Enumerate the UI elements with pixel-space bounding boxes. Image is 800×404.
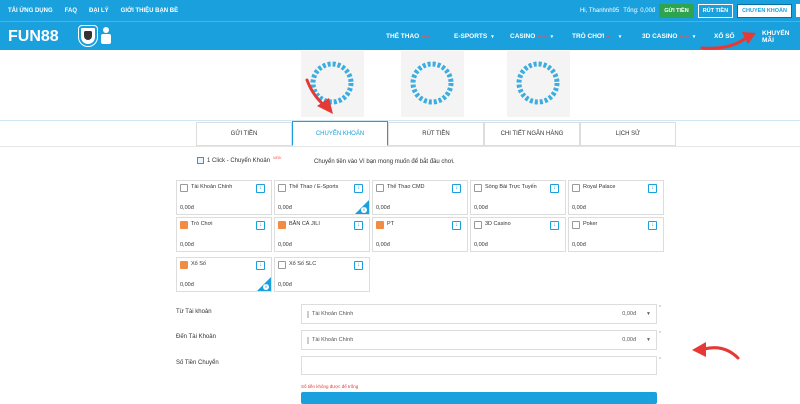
one-click-transfer[interactable]: 1 Click - Chuyển Khoản NEW — [197, 155, 282, 164]
wallet-card[interactable]: PT ↓ 0,00đ — [372, 217, 468, 252]
withdraw-button[interactable]: RÚT TIỀN — [697, 3, 734, 18]
amount-error: Số tiền không được để trống — [301, 384, 359, 389]
wallet-icon — [180, 184, 188, 192]
tabs-bottom-divider — [0, 146, 800, 147]
wallet-card[interactable]: Poker ↓ 0,00đ — [568, 217, 664, 252]
faq-link[interactable]: FAQ — [65, 8, 77, 14]
chevron-down-icon: ▼ — [646, 337, 651, 343]
3d-casino-icon — [474, 221, 482, 229]
nav-casino[interactable]: CASINO NEW ▾ — [510, 33, 572, 40]
nav-sports[interactable]: THỂ THAO HOT — [386, 33, 454, 40]
download-icon[interactable]: ↓ — [354, 261, 363, 270]
required-mark: * — [659, 331, 661, 337]
red-arrow-annotation-icon — [700, 32, 756, 50]
wallet-card[interactable]: Thể Thao CMD ↓ 0,00đ — [372, 180, 468, 215]
from-account-label: Từ Tài khoản — [176, 309, 212, 315]
games-icon — [180, 221, 188, 229]
download-icon[interactable]: ↓ — [256, 221, 265, 230]
menu-edge[interactable] — [796, 4, 800, 17]
nav-games[interactable]: TRÒ CHƠI HOT ▾ — [572, 33, 642, 40]
one-click-label: 1 Click - Chuyển Khoản — [207, 157, 271, 164]
wallet-card[interactable]: 3D Casino ↓ 0,00đ — [470, 217, 566, 252]
agent-link[interactable]: ĐẠI LÝ — [89, 8, 109, 14]
download-icon[interactable]: ↓ — [354, 221, 363, 230]
chevron-down-icon: ▼ — [646, 311, 651, 317]
to-account-select[interactable]: Tài Khoản Chính 0,00đ ▼ — [301, 330, 657, 350]
sports-icon — [376, 184, 384, 192]
download-icon[interactable]: ↓ — [648, 221, 657, 230]
tab-deposit[interactable]: GỬI TIỀN — [196, 122, 292, 146]
nav-promotions[interactable]: KHUYẾN MÃI — [762, 30, 800, 44]
new-badge: NEW — [273, 155, 282, 160]
casino-icon — [474, 184, 482, 192]
one-click-checkbox[interactable] — [197, 157, 204, 164]
tab-bank-details[interactable]: CHI TIẾT NGÂN HÀNG — [484, 122, 580, 146]
account-area: Hi, Thanhnh95 Tổng: 0,00đ GỬI TIỀN RÚT T… — [580, 0, 800, 21]
wallet-card[interactable]: Trò Chơi ↓ 0,00đ — [176, 217, 272, 252]
transfer-button[interactable]: CHUYỂN KHOẢN — [737, 3, 792, 18]
tottenham-crest-icon — [100, 27, 112, 45]
required-mark: * — [659, 357, 661, 363]
download-icon[interactable]: ↓ — [452, 184, 461, 193]
wallet-card[interactable]: Tài Khoản Chính ↓ 0,00đ — [176, 180, 272, 215]
lottery-icon — [180, 261, 188, 269]
tab-transfer[interactable]: CHUYỂN KHOẢN — [292, 121, 388, 146]
nav-esports[interactable]: E-SPORTS ▾ — [454, 33, 510, 40]
casino-icon — [572, 184, 580, 192]
top-links: TẢI ỨNG DỤNG FAQ ĐẠI LÝ GIỚI THIỆU BẠN B… — [0, 8, 178, 14]
total-balance: Tổng: 0,00đ — [623, 7, 656, 14]
download-app-link[interactable]: TẢI ỨNG DỤNG — [8, 8, 53, 14]
tab-history[interactable]: LỊCH SỬ — [580, 122, 676, 146]
chevron-down-icon: ▾ — [618, 33, 622, 40]
download-icon[interactable]: ↓ — [452, 221, 461, 230]
info-icon[interactable]: i — [263, 284, 269, 290]
amount-input[interactable] — [301, 356, 657, 375]
wallet-card[interactable]: Thể Thao / E-Sports ↓ 0,00đ i — [274, 180, 370, 215]
tabs-top-divider — [0, 120, 800, 121]
wallet-card[interactable]: Xổ Số ↓ 0,00đ i — [176, 257, 272, 292]
required-mark: * — [659, 305, 661, 311]
sports-icon — [278, 184, 286, 192]
download-icon[interactable]: ↓ — [256, 184, 265, 193]
submit-transfer-button[interactable] — [301, 392, 657, 404]
transfer-instruction: Chuyển tiền vào Ví bạn mong muốn để bắt … — [314, 159, 455, 165]
download-icon[interactable]: ↓ — [550, 184, 559, 193]
red-arrow-annotation-icon — [305, 78, 333, 114]
main-nav: FUN88 THỂ THAO HOT E-SPORTS ▾ CASINO NEW ▾ T… — [0, 21, 800, 50]
from-account-select[interactable]: Tài Khoản Chính 0,00đ ▼ — [301, 304, 657, 324]
info-icon[interactable]: i — [361, 207, 367, 213]
amount-label: Số Tiền Chuyển — [176, 360, 219, 366]
deposit-button[interactable]: GỬI TIỀN — [659, 3, 694, 18]
poker-icon — [572, 221, 580, 229]
wallet-card[interactable]: Sòng Bài Trực Tuyến ↓ 0,00đ — [470, 180, 566, 215]
chevron-down-icon: ▾ — [550, 33, 554, 40]
tab-withdraw[interactable]: RÚT TIỀN — [388, 122, 484, 146]
chevron-down-icon: ▾ — [491, 33, 494, 40]
wallet-card[interactable]: BẮN CÁ JILI ↓ 0,00đ — [274, 217, 370, 252]
user-greeting[interactable]: Hi, Thanhnh95 — [580, 8, 619, 14]
slots-icon — [376, 221, 384, 229]
download-icon[interactable]: ↓ — [648, 184, 657, 193]
download-icon[interactable]: ↓ — [550, 221, 559, 230]
newcastle-crest-icon — [78, 25, 98, 47]
account-tabs: GỬI TIỀN CHUYỂN KHOẢN RÚT TIỀN CHI TIẾT … — [196, 121, 676, 146]
chevron-down-icon: ▾ — [692, 33, 696, 40]
download-icon[interactable]: ↓ — [256, 261, 265, 270]
red-arrow-annotation-icon — [692, 342, 740, 360]
to-account-label: Đến Tài Khoản — [176, 334, 216, 340]
wallet-card[interactable]: Royal Palace ↓ 0,00đ — [568, 180, 664, 215]
wallet-card[interactable]: Xổ Số SLC ↓ 0,00đ — [274, 257, 370, 292]
lottery-icon — [278, 261, 286, 269]
top-bar: TẢI ỨNG DỤNG FAQ ĐẠI LÝ GIỚI THIỆU BẠN B… — [0, 0, 800, 21]
loading-spinner — [507, 51, 570, 117]
fun88-logo[interactable]: FUN88 — [8, 28, 59, 46]
fishing-icon — [278, 221, 286, 229]
loading-spinner — [401, 51, 464, 117]
download-icon[interactable]: ↓ — [354, 184, 363, 193]
refer-friend-link[interactable]: GIỚI THIỆU BẠN BÈ — [121, 8, 178, 14]
